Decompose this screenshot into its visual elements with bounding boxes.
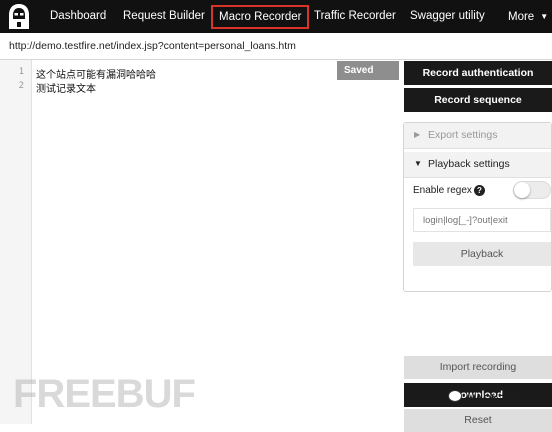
reset-button[interactable]: Reset [404, 409, 552, 432]
hack-watermark-text: HACK之道 [467, 393, 521, 405]
url-text[interactable]: http://demo.testfire.net/index.jsp?conte… [9, 40, 296, 52]
line-number: 1 [18, 67, 24, 77]
triangle-down-icon: ▼ [414, 159, 422, 168]
record-authentication-button[interactable]: Record authentication [404, 61, 552, 85]
enable-regex-toggle[interactable] [513, 181, 551, 199]
playback-button[interactable]: Playback [413, 242, 551, 266]
help-icon[interactable]: ? [474, 185, 485, 196]
nav-swagger-utility[interactable]: Swagger utility [410, 0, 485, 33]
nav-dashboard[interactable]: Dashboard [50, 0, 106, 33]
nav-macro-recorder[interactable]: Macro Recorder [211, 5, 310, 29]
nav-more-label: More [508, 11, 535, 23]
wechat-icon [448, 390, 462, 402]
record-sequence-button[interactable]: Record sequence [404, 88, 552, 112]
enable-regex-label: Enable regex [413, 185, 472, 196]
settings-panel: ▶ Export settings ▼ Playback settings En… [403, 122, 552, 292]
url-bar: http://demo.testfire.net/index.jsp?conte… [0, 33, 552, 60]
import-recording-button[interactable]: Import recording [404, 356, 552, 379]
regex-input[interactable] [413, 208, 551, 232]
nav-traffic-recorder[interactable]: Traffic Recorder [314, 0, 396, 33]
export-settings-label: Export settings [428, 129, 498, 141]
editor-line[interactable]: 测试记录文本 [36, 80, 96, 95]
logo-hacker-icon[interactable] [6, 3, 32, 30]
freebuf-watermark: FREEBUF [13, 372, 196, 416]
nav-more[interactable]: More ▼ [508, 0, 548, 33]
top-nav: Dashboard Request Builder Macro Recorder… [0, 0, 552, 33]
chevron-down-icon: ▼ [540, 12, 549, 21]
toggle-knob [514, 182, 530, 198]
nav-request-builder[interactable]: Request Builder [123, 0, 205, 33]
triangle-right-icon: ▶ [414, 130, 421, 139]
playback-settings-label: Playback settings [428, 158, 510, 170]
saved-badge: Saved [337, 61, 399, 80]
line-number: 2 [18, 81, 24, 91]
editor-gutter: 1 2 [0, 60, 32, 424]
export-settings-header[interactable]: ▶ Export settings [404, 123, 551, 149]
playback-settings-header[interactable]: ▼ Playback settings [404, 152, 551, 178]
editor-line[interactable]: 这个站点可能有漏洞哈哈哈 [36, 66, 156, 81]
